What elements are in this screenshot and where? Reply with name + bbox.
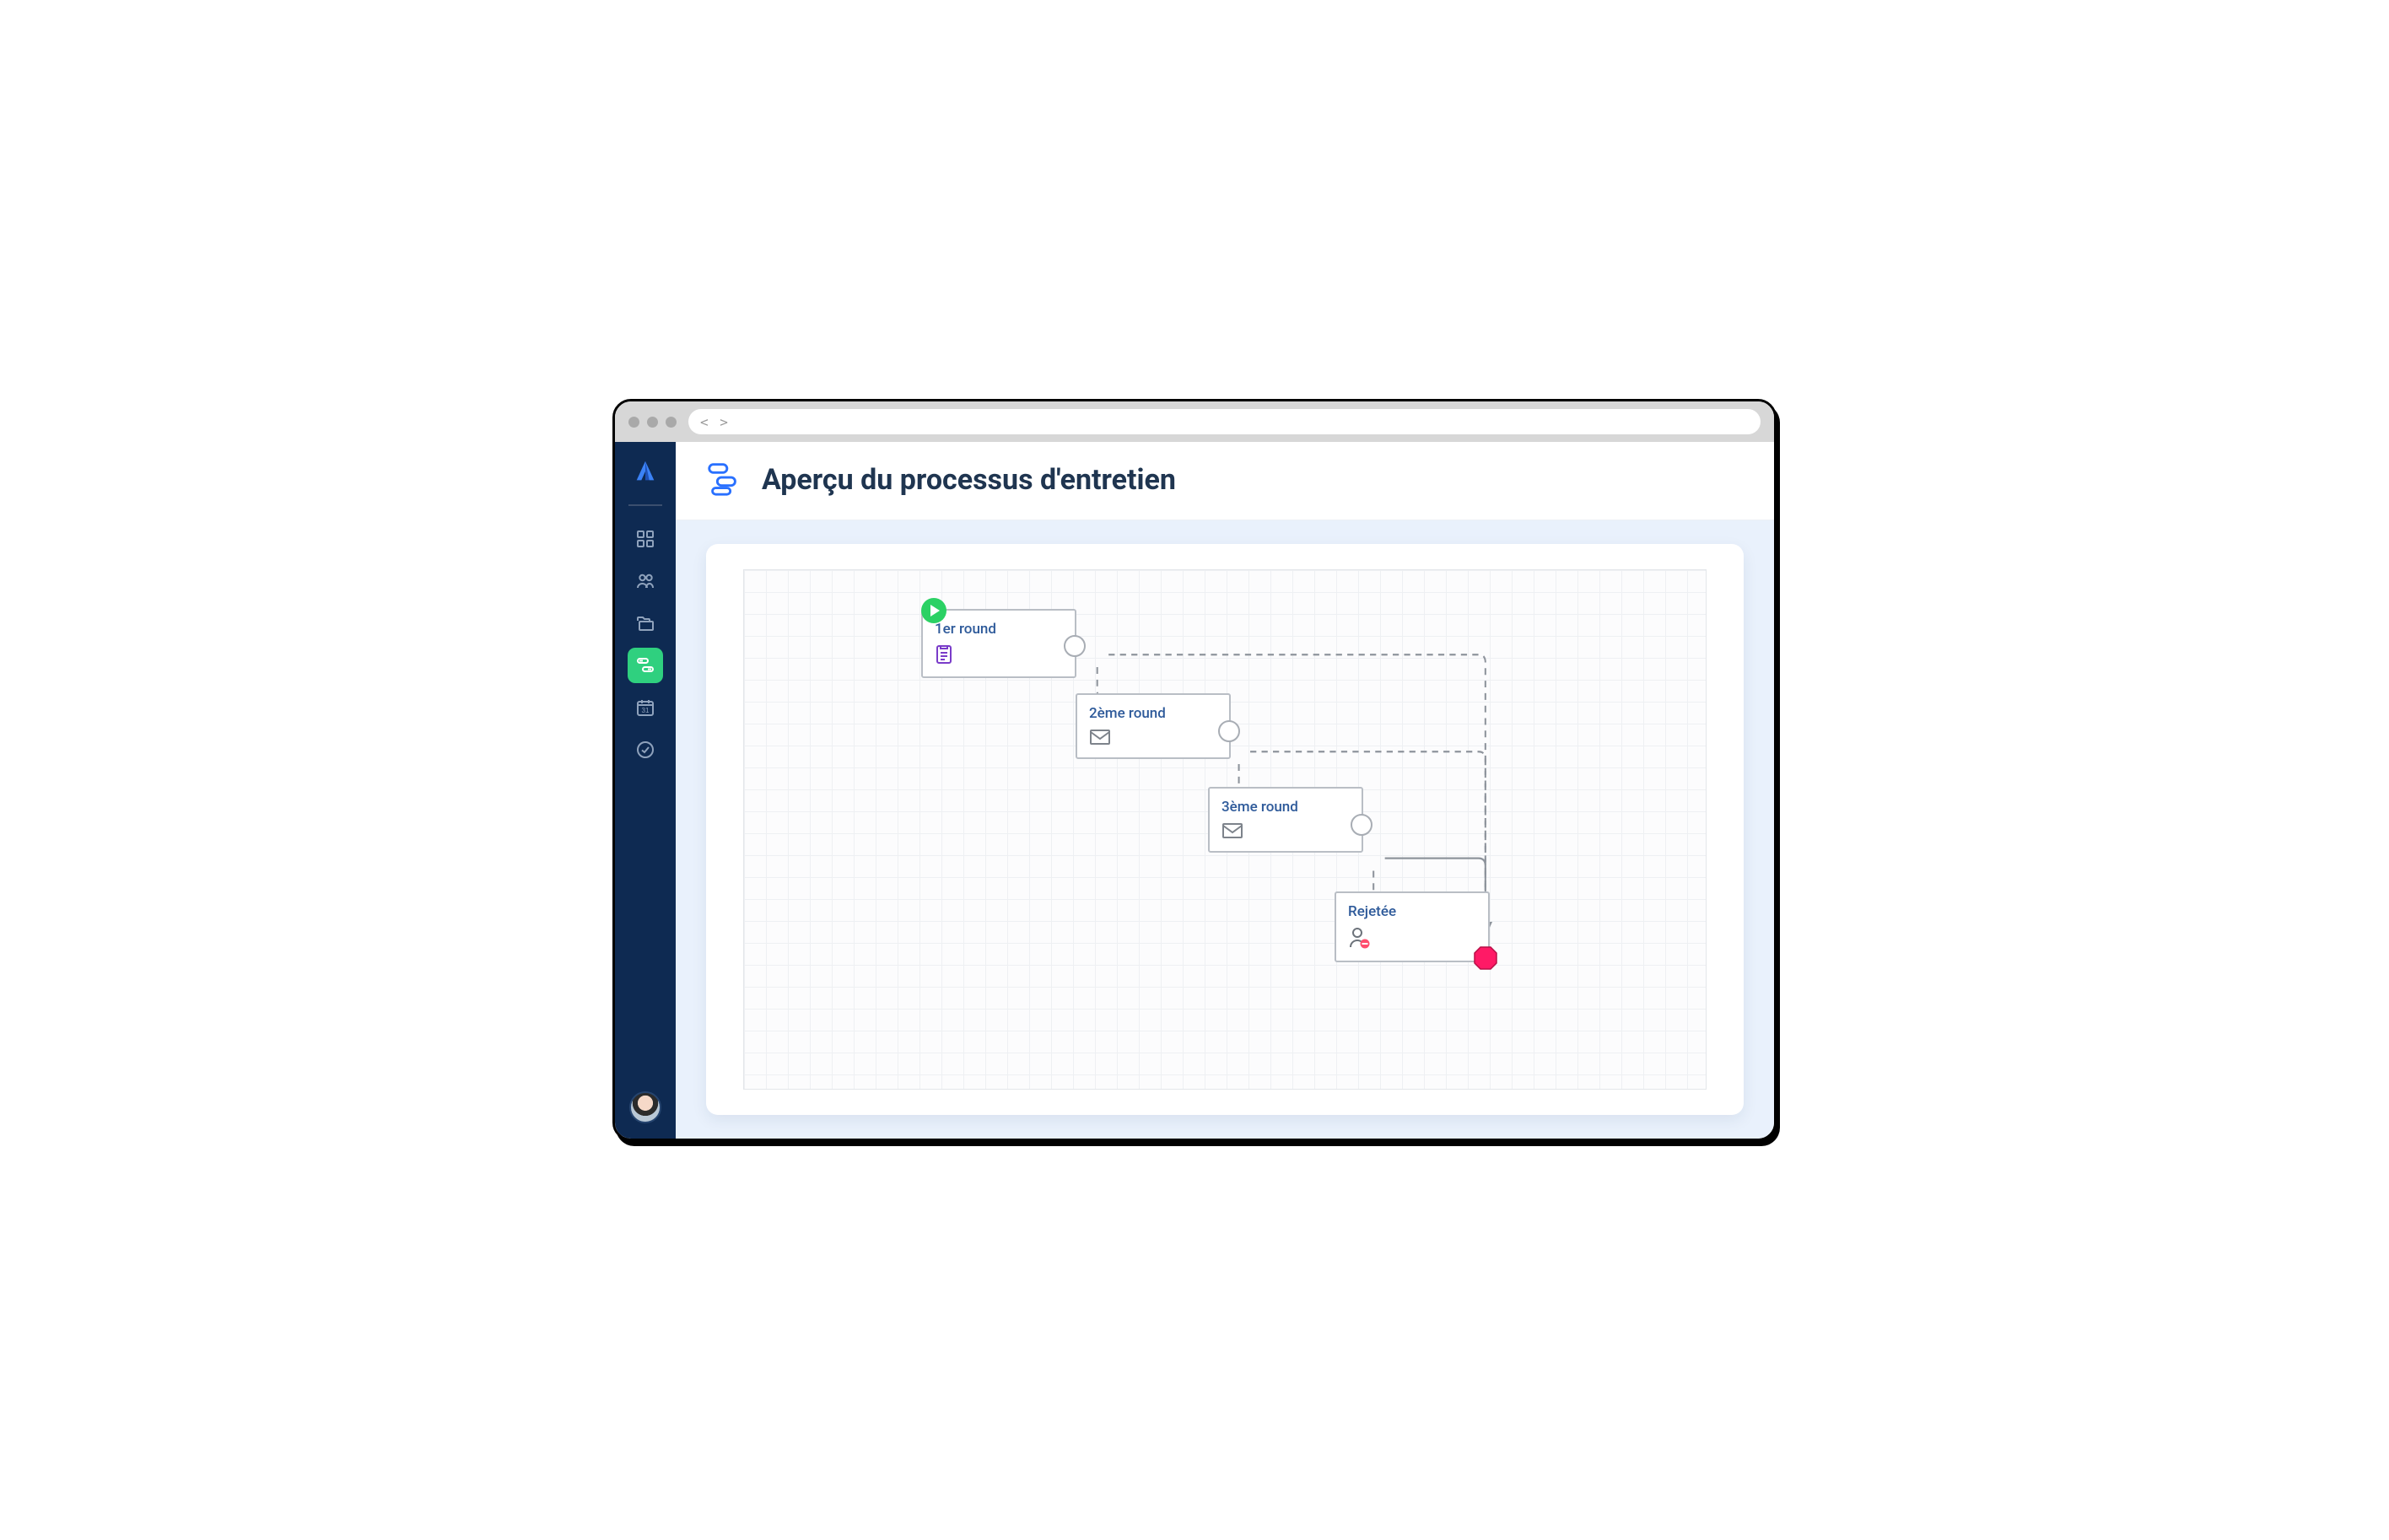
stop-badge-icon [1473,945,1498,971]
window-dot[interactable] [628,417,639,428]
window-dot[interactable] [666,417,677,428]
sidebar-item-workflow[interactable] [628,648,663,683]
connector-port[interactable] [1064,635,1086,657]
page-title: Aperçu du processus d'entretien [762,463,1176,497]
browser-frame: < > [612,399,1777,1141]
workflow-node-rejected[interactable]: Rejetée [1335,891,1490,962]
sidebar-item-people[interactable] [628,563,663,599]
app-shell: 31 Aperçu du pr [615,442,1774,1139]
browser-chrome: < > [615,401,1774,442]
sidebar-item-tasks[interactable] [628,732,663,767]
canvas-card: 1er round [706,544,1744,1115]
node-title: 2ème round [1089,705,1217,722]
form-icon [935,644,1063,668]
sidebar-item-dashboard[interactable] [628,521,663,557]
envelope-icon [1221,822,1350,843]
sidebar-item-folders[interactable] [628,606,663,641]
workflow-icon [704,459,743,501]
window-dots [628,417,677,428]
workflow-node-round1[interactable]: 1er round [921,609,1076,678]
sidebar: 31 [615,442,676,1139]
user-avatar[interactable] [629,1091,661,1123]
start-badge-icon [921,598,946,623]
node-title: 1er round [935,621,1063,638]
diagram-canvas[interactable]: 1er round [743,569,1707,1090]
calendar-day: 31 [642,707,650,714]
user-remove-icon [1348,927,1476,952]
workflow-node-round3[interactable]: 3ème round [1208,787,1363,853]
page-header: Aperçu du processus d'entretien [676,442,1774,520]
sidebar-item-calendar[interactable]: 31 [628,690,663,725]
nav-arrows-icon[interactable]: < > [700,414,730,430]
node-title: 3ème round [1221,799,1350,816]
content-area: 1er round [676,520,1774,1139]
main-area: Aperçu du processus d'entretien [676,442,1774,1139]
workflow-node-round2[interactable]: 2ème round [1076,693,1231,759]
connector-port[interactable] [1218,720,1240,742]
app-logo[interactable] [615,454,676,493]
window-dot[interactable] [647,417,658,428]
envelope-icon [1089,729,1217,749]
node-title: Rejetée [1348,903,1476,920]
connector-port[interactable] [1351,814,1372,836]
sidebar-divider [628,504,662,506]
address-bar[interactable]: < > [688,409,1761,434]
